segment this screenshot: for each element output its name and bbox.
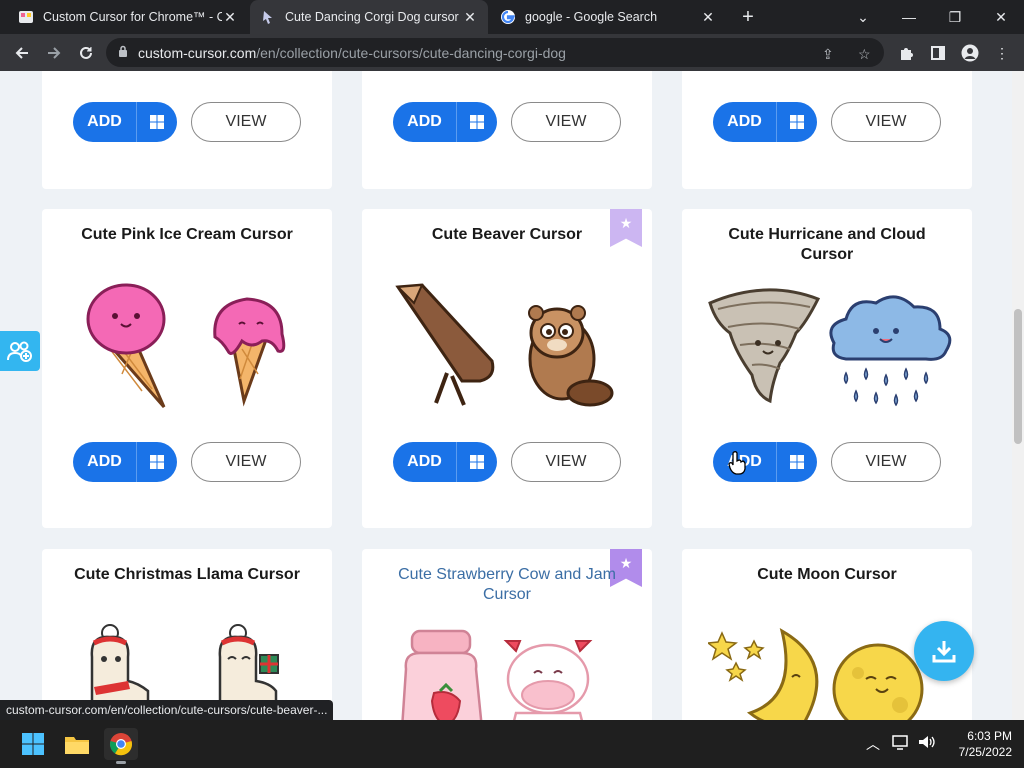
add-button-group: ADD bbox=[713, 102, 817, 142]
strawberry-cow-cursor-image bbox=[401, 629, 593, 720]
card-title: Cute Hurricane and Cloud Cursor bbox=[728, 226, 926, 263]
cursor-card: ADD VIEW bbox=[42, 71, 332, 189]
tab-strip: Custom Cursor for Chrome™ - Ch ✕ Cute Da… bbox=[0, 0, 1024, 34]
reload-icon[interactable] bbox=[72, 39, 100, 67]
view-button[interactable]: VIEW bbox=[511, 442, 621, 482]
browser-toolbar: custom-cursor.com/en/collection/cute-cur… bbox=[0, 34, 1024, 71]
cursor-card-hurricane[interactable]: Cute Hurricane and Cloud Cursor ADD VIEW bbox=[682, 209, 972, 528]
side-panel-icon[interactable] bbox=[928, 43, 948, 63]
windows-icon[interactable] bbox=[457, 102, 497, 142]
url-host: custom-cursor.com bbox=[138, 44, 257, 61]
custom-cursor-favicon-icon bbox=[18, 9, 34, 25]
view-button[interactable]: VIEW bbox=[191, 442, 301, 482]
system-clock[interactable]: 6:03 PM 7/25/2022 bbox=[959, 728, 1012, 760]
add-button[interactable]: ADD bbox=[393, 442, 457, 482]
add-button[interactable]: ADD bbox=[73, 102, 137, 142]
add-button-group: ADD bbox=[73, 102, 177, 142]
add-button-group: ADD bbox=[393, 102, 497, 142]
close-tab-icon[interactable]: ✕ bbox=[222, 9, 238, 26]
card-title: Cute Moon Cursor bbox=[757, 566, 897, 583]
windows-icon[interactable] bbox=[137, 442, 177, 482]
tab-google-search[interactable]: google - Google Search ✕ bbox=[490, 0, 726, 34]
windows-start-icon[interactable] bbox=[16, 728, 50, 760]
cursor-card-beaver[interactable]: ★ Cute Beaver Cursor ADD VIEW bbox=[362, 209, 652, 528]
clock-date: 7/25/2022 bbox=[958, 745, 1012, 759]
beaver-cursor-image bbox=[395, 283, 614, 407]
cursor-card-llama[interactable]: Cute Christmas Llama Cursor bbox=[42, 549, 332, 720]
tab-corgi-cursor[interactable]: Cute Dancing Corgi Dog cursor – ✕ bbox=[250, 0, 488, 34]
cursor-card-strawberry-cow[interactable]: ★ Cute Strawberry Cow and Jam Cursor bbox=[362, 549, 652, 720]
add-button-group: ADD bbox=[73, 442, 177, 482]
back-arrow-icon[interactable] bbox=[8, 39, 36, 67]
tab-custom-cursor[interactable]: Custom Cursor for Chrome™ - Ch ✕ bbox=[8, 0, 248, 34]
scrollbar-thumb[interactable] bbox=[1014, 309, 1022, 444]
download-fab-icon[interactable] bbox=[914, 621, 974, 681]
address-bar[interactable]: custom-cursor.com/en/collection/cute-cur… bbox=[106, 38, 884, 67]
network-monitor-icon[interactable] bbox=[892, 734, 910, 753]
file-explorer-icon[interactable] bbox=[60, 728, 94, 760]
tab-search-chevron-icon[interactable]: ⌄ bbox=[840, 0, 886, 34]
profile-avatar-icon[interactable] bbox=[960, 43, 980, 63]
new-tab-button[interactable]: + bbox=[736, 5, 760, 29]
tab-title: google - Google Search bbox=[525, 10, 658, 24]
add-button-group: ADD bbox=[393, 442, 497, 482]
close-tab-icon[interactable]: ✕ bbox=[700, 9, 716, 26]
hurricane-cloud-cursor-image bbox=[708, 288, 952, 407]
forward-arrow-icon[interactable] bbox=[40, 39, 68, 67]
windows-icon[interactable] bbox=[777, 442, 817, 482]
url-path: /en/collection/cute-cursors/cute-dancing… bbox=[256, 44, 566, 61]
view-button[interactable]: VIEW bbox=[191, 102, 301, 142]
page-content: ADD VIEW ADD VIEW ADD VIEW Cute Pink Ice… bbox=[0, 71, 1024, 720]
google-favicon-icon bbox=[500, 9, 516, 25]
social-users-widget-icon[interactable] bbox=[0, 331, 40, 371]
cursor-favicon-icon bbox=[260, 9, 276, 25]
view-button[interactable]: VIEW bbox=[511, 102, 621, 142]
cursor-card: ADD VIEW bbox=[362, 71, 652, 189]
close-tab-icon[interactable]: ✕ bbox=[462, 9, 478, 26]
card-title: Cute Christmas Llama Cursor bbox=[74, 566, 300, 583]
cursor-card-ice-cream[interactable]: Cute Pink Ice Cream Cursor ADD VIEW bbox=[42, 209, 332, 528]
clock-time: 6:03 PM bbox=[967, 729, 1012, 743]
add-button[interactable]: ADD bbox=[393, 102, 457, 142]
card-title: Cute Strawberry Cow and Jam Cursor bbox=[398, 566, 616, 603]
close-window-icon[interactable]: ✕ bbox=[978, 0, 1024, 34]
lock-icon bbox=[118, 45, 128, 60]
tab-title: Custom Cursor for Chrome™ - Ch bbox=[43, 10, 222, 24]
card-title: Cute Beaver Cursor bbox=[431, 226, 583, 243]
extensions-puzzle-icon[interactable] bbox=[896, 43, 916, 63]
windows-icon[interactable] bbox=[137, 102, 177, 142]
add-button[interactable]: ADD bbox=[73, 442, 137, 482]
hand-pointer-cursor-icon bbox=[728, 451, 746, 475]
view-button[interactable]: VIEW bbox=[831, 442, 941, 482]
volume-speaker-icon[interactable] bbox=[918, 734, 936, 753]
card-title: Cute Pink Ice Cream Cursor bbox=[81, 226, 293, 243]
windows-icon[interactable] bbox=[777, 102, 817, 142]
minimize-icon[interactable]: — bbox=[886, 0, 932, 34]
tab-title: Cute Dancing Corgi Dog cursor – bbox=[285, 10, 462, 24]
add-button[interactable]: ADD bbox=[713, 102, 777, 142]
show-hidden-icons-chevron-icon[interactable]: ︿ bbox=[866, 734, 880, 754]
windows-taskbar: ︿ 6:03 PM 7/25/2022 bbox=[0, 720, 1024, 768]
bookmark-star-icon[interactable]: ☆ bbox=[858, 46, 871, 63]
menu-kebab-icon[interactable]: ⋮ bbox=[992, 43, 1012, 63]
status-bar-link-preview: custom-cursor.com/en/collection/cute-cur… bbox=[0, 700, 334, 720]
ice-cream-cursor-image bbox=[86, 283, 286, 408]
share-icon[interactable]: ⇪ bbox=[822, 46, 834, 63]
restore-icon[interactable]: ❐ bbox=[932, 0, 978, 34]
moon-cursor-image bbox=[708, 627, 924, 720]
active-app-indicator bbox=[116, 761, 126, 764]
windows-icon[interactable] bbox=[457, 442, 497, 482]
view-button[interactable]: VIEW bbox=[831, 102, 941, 142]
chrome-taskbar-icon[interactable] bbox=[104, 728, 138, 764]
cursor-card: ADD VIEW bbox=[682, 71, 972, 189]
